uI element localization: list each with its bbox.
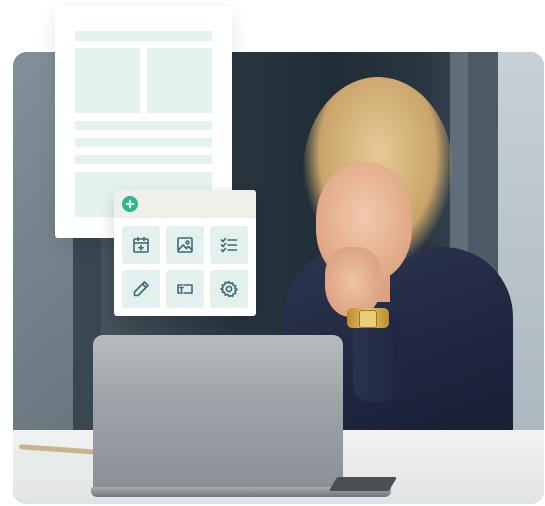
plus-icon (125, 199, 135, 209)
header-block (75, 31, 212, 41)
toolbox-header (114, 190, 256, 218)
text-line-block (75, 138, 212, 147)
text-line-block (75, 121, 212, 130)
laptop-keyboard (328, 477, 398, 491)
calendar-add-tool[interactable] (122, 226, 160, 264)
image-block (75, 48, 140, 113)
gear-icon (220, 280, 238, 298)
text-field-tool[interactable] (166, 270, 204, 308)
text-line-block (75, 155, 212, 164)
checklist-tool[interactable] (210, 226, 248, 264)
image-tool[interactable] (166, 226, 204, 264)
add-widget-button[interactable] (122, 196, 138, 212)
text-field-icon (177, 284, 193, 294)
settings-tool[interactable] (210, 270, 248, 308)
laptop (93, 335, 343, 490)
pencil-icon (133, 281, 149, 297)
wristwatch (347, 308, 389, 328)
image-block (147, 48, 212, 113)
woman-hand (325, 247, 381, 317)
widget-toolbox (114, 190, 256, 316)
calendar-add-icon (133, 236, 149, 253)
checklist-icon (220, 237, 238, 253)
pencil-tool[interactable] (122, 270, 160, 308)
image-icon (177, 237, 193, 253)
